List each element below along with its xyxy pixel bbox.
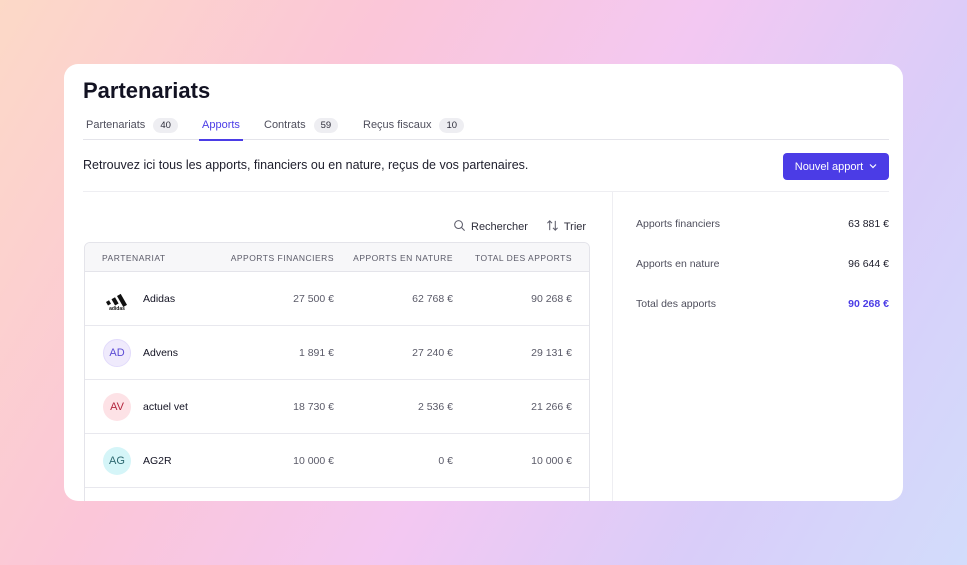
total-amount: 90 268 € xyxy=(531,293,572,305)
tab-bar: Partenariats 40 Apports Contrats 59 Reçu… xyxy=(83,110,889,141)
summary-label: Apports en nature xyxy=(636,258,720,270)
financial-amount: 1 891 € xyxy=(298,347,334,359)
summary-value: 90 268 € xyxy=(848,298,889,310)
partnerships-card: Partenariats Partenariats 40 Apports Con… xyxy=(64,64,903,501)
chevron-down-icon xyxy=(869,162,877,171)
total-amount: 10 000 € xyxy=(531,455,572,467)
table-row[interactable]: AG AG2R 10 000 € 0 € 10 000 € xyxy=(85,434,589,488)
tab-label: Partenariats xyxy=(86,119,146,131)
nature-amount: 27 240 € xyxy=(412,347,453,359)
tab-count-badge: 59 xyxy=(313,117,339,133)
column-header-financial[interactable]: Apports financiers xyxy=(231,253,334,263)
page-title: Partenariats xyxy=(83,78,211,103)
table-row[interactable]: adidas Adidas 27 500 € 62 768 € 90 268 € xyxy=(85,272,589,326)
financial-amount: 18 730 € xyxy=(293,401,334,413)
tab-count-badge: 10 xyxy=(439,117,465,133)
table-header: Partenariat Apports financiers Apports e… xyxy=(85,243,589,272)
summary-label: Total des apports xyxy=(636,298,716,310)
summary-value: 96 644 € xyxy=(848,258,889,270)
partner-name: Advens xyxy=(143,347,179,359)
sort-button[interactable]: Trier xyxy=(546,219,586,235)
financial-amount: 27 500 € xyxy=(293,293,334,305)
avatar: AG xyxy=(103,447,131,475)
tab-count-badge: 40 xyxy=(153,117,178,133)
partner-name: actuel vet xyxy=(143,401,188,413)
table-row[interactable]: AD Advens 1 891 € 27 240 € 29 131 € xyxy=(85,326,589,380)
tab-label: Apports xyxy=(202,119,240,131)
sort-icon xyxy=(546,219,559,235)
contributions-table: Partenariat Apports financiers Apports e… xyxy=(84,242,590,501)
tab-label: Reçus fiscaux xyxy=(363,119,432,131)
new-contribution-label: Nouvel apport xyxy=(794,160,864,173)
panel-divider xyxy=(612,192,613,501)
intro-text: Retrouvez ici tous les apports, financie… xyxy=(83,158,529,172)
search-label: Rechercher xyxy=(471,221,528,233)
adidas-logo: adidas xyxy=(103,285,131,313)
summary-value: 63 881 € xyxy=(848,218,889,230)
column-header-nature[interactable]: Apports en nature xyxy=(353,253,453,263)
tab-apports[interactable]: Apports xyxy=(199,110,243,141)
table-row[interactable]: AV actuel vet 18 730 € 2 536 € 21 266 € xyxy=(85,380,589,434)
total-amount: 21 266 € xyxy=(531,401,572,413)
table-row[interactable] xyxy=(85,488,589,501)
svg-text:adidas: adidas xyxy=(109,306,125,310)
avatar: AV xyxy=(103,393,131,421)
header-divider xyxy=(83,191,889,192)
search-icon xyxy=(453,219,466,235)
summary-label: Apports financiers xyxy=(636,218,721,230)
column-header-total[interactable]: Total des apports xyxy=(475,253,572,263)
sort-label: Trier xyxy=(563,221,587,233)
partner-name: AG2R xyxy=(143,455,172,467)
nature-amount: 0 € xyxy=(438,455,453,467)
nature-amount: 2 536 € xyxy=(417,401,453,413)
tab-label: Contrats xyxy=(264,119,306,131)
tab-recus-fiscaux[interactable]: Reçus fiscaux 10 xyxy=(363,110,465,140)
financial-amount: 10 000 € xyxy=(293,455,334,467)
nature-amount: 62 768 € xyxy=(412,293,453,305)
new-contribution-button[interactable]: Nouvel apport xyxy=(783,153,889,180)
search-button[interactable]: Rechercher xyxy=(453,219,528,235)
total-amount: 29 131 € xyxy=(531,347,572,359)
avatar: AD xyxy=(103,339,131,367)
column-header-partner[interactable]: Partenariat xyxy=(102,253,166,263)
tab-partenariats[interactable]: Partenariats 40 xyxy=(86,110,178,140)
tab-contrats[interactable]: Contrats 59 xyxy=(264,110,339,140)
partner-name: Adidas xyxy=(143,293,176,305)
table-toolbar: Rechercher Trier xyxy=(453,219,586,235)
